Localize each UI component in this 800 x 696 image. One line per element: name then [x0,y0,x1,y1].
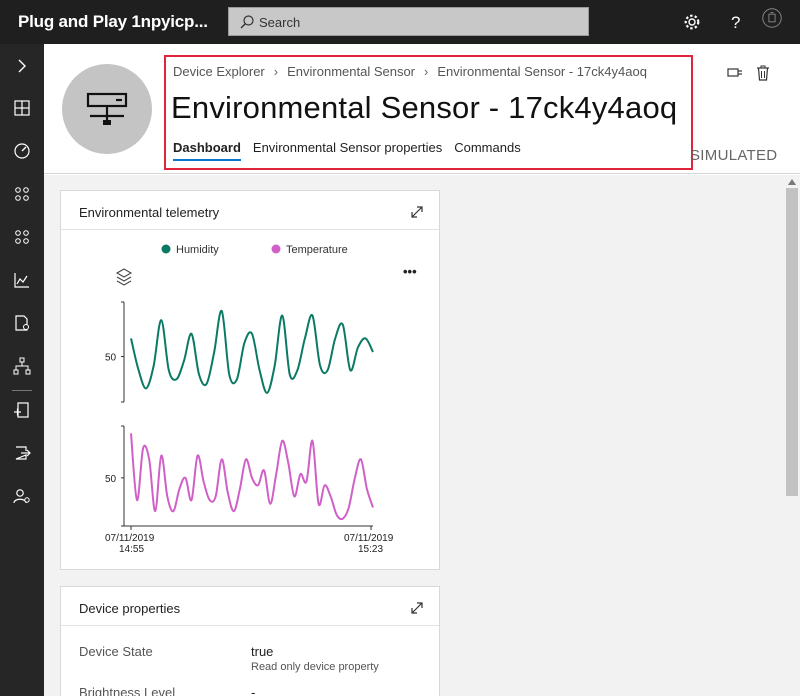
breadcrumb-current-device: Environmental Sensor - 17ck4y4aoq [437,64,647,79]
simulated-badge: SIMULATED [690,147,778,164]
administration-icon[interactable] [12,486,32,506]
breadcrumb-environmental-sensor[interactable]: Environmental Sensor [287,64,415,79]
property-value: true [251,644,274,659]
chevron-right-icon[interactable] [12,56,32,76]
chevron-right-icon: › [273,64,279,79]
device-icon [86,92,128,125]
page-title: Environmental Sensor - 17ck4y4aoq [171,90,678,125]
property-label: Brightness Level [79,685,176,696]
legend-swatch [271,244,281,254]
chevron-right-icon: › [424,64,429,79]
series-line-humidity [130,310,374,394]
data-export-icon[interactable] [12,443,32,463]
left-navigation [0,44,44,696]
legend-label: Temperature [286,244,348,256]
device-tabs: Dashboard Environmental Sensor properties… [173,140,533,164]
search-icon [240,15,254,29]
rules-icon[interactable] [12,227,32,247]
breadcrumb-device-explorer[interactable]: Device Explorer [173,64,265,79]
card-title: Device properties [79,601,181,616]
device-header: Device Explorer › Environmental Sensor › Env… [44,44,800,174]
card-divider [61,625,439,626]
x-tick-label: 07/11/2019 [344,533,394,544]
property-value: - [251,685,256,696]
jobs-icon[interactable] [12,313,32,333]
top-bar: Plug and Play 1npyicp... Search ? [0,0,800,44]
trash-icon[interactable] [754,64,772,82]
scroll-up-arrow-icon[interactable] [787,178,797,186]
card-title: Environmental telemetry [79,205,220,220]
connect-icon[interactable] [726,64,744,82]
expand-icon[interactable] [409,600,425,616]
search-box[interactable]: Search [228,7,589,36]
question-icon[interactable]: ? [726,12,746,32]
device-avatar [62,64,152,154]
scrollbar-thumb[interactable] [786,188,798,496]
series-line-temperature [130,433,374,521]
property-note: Read only device property [251,661,379,673]
svg-text:?: ? [731,13,740,32]
app-title[interactable]: Plug and Play 1npyicp... [18,12,208,32]
device-properties-card: Device properties Device State true Read… [60,586,440,696]
search-input[interactable]: Search [259,15,300,30]
more-options-icon: ••• [403,264,417,279]
device-connection-icon[interactable] [12,400,32,420]
y-tick-label: 50 [105,353,117,364]
tab-dashboard[interactable]: Dashboard [173,140,241,161]
x-tick-label: 14:55 [119,544,144,555]
legend-label: Humidity [176,244,219,256]
legend-swatch [161,244,171,254]
gear-icon[interactable] [682,12,702,32]
analytics-icon[interactable] [12,270,32,290]
property-label: Device State [79,644,153,659]
tab-properties[interactable]: Environmental Sensor properties [253,140,442,159]
telemetry-card: Environmental telemetry Humidity Temperat… [60,190,440,570]
y-tick-label: 50 [105,474,117,485]
layers-icon[interactable] [115,268,133,286]
device-templates-icon[interactable] [12,356,32,376]
account-icon[interactable] [762,8,788,34]
breadcrumb: Device Explorer › Environmental Sensor › Env… [173,64,647,79]
x-tick-label: 15:23 [358,544,383,555]
nav-divider [12,390,32,391]
telemetry-chart: Humidity Temperature•••505007/11/201914:5… [105,244,417,555]
expand-icon[interactable] [409,204,425,220]
dashboard-icon[interactable] [12,98,32,118]
x-tick-label: 07/11/2019 [105,533,155,544]
device-groups-icon[interactable] [12,184,32,204]
tab-commands[interactable]: Commands [454,140,520,159]
devices-icon[interactable] [12,141,32,161]
